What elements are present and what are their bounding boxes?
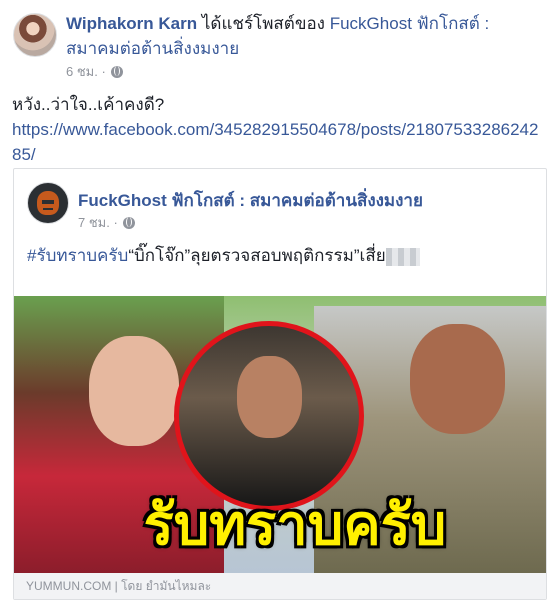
post-header: Wiphakorn Karn ได้แชร์โพสต์ของ FuckGhost… <box>66 11 536 61</box>
post-shared-text: ได้แชร์โพสต์ของ <box>201 14 325 33</box>
redacted-text <box>385 247 420 266</box>
shared-post-image[interactable]: รับทราบครับ <box>14 296 546 573</box>
portrait-face <box>237 356 302 438</box>
shared-post-body: “บิ๊กโจ๊ก”ลุยตรวจสอบพฤติกรรม”เสี่ย <box>128 246 386 265</box>
post-author-avatar[interactable] <box>13 13 57 57</box>
shared-post-card[interactable]: FuckGhost ฟักโกสต์ : สมาคมต่อต้านสิ่งงมง… <box>13 168 547 600</box>
globe-icon <box>110 65 123 78</box>
post-author-name[interactable]: Wiphakorn Karn <box>66 14 197 33</box>
link-source[interactable]: YUMMUN.COM | โดย ยำมันไหมละ <box>14 573 546 599</box>
shared-post-author[interactable]: FuckGhost ฟักโกสต์ : สมาคมต่อต้านสิ่งงมง… <box>78 187 423 214</box>
post-meta: 6 ชม. · <box>66 61 123 82</box>
circle-portrait <box>174 321 364 511</box>
post-timestamp[interactable]: 6 ชม. · <box>66 61 106 82</box>
hashtag-link[interactable]: #รับทราบครับ <box>27 246 128 265</box>
shared-post-text: #รับทราบครับ“บิ๊กโจ๊ก”ลุยตรวจสอบพฤติกรรม… <box>27 243 420 268</box>
shared-post-meta: 7 ชม. · <box>78 212 135 233</box>
shared-post-avatar[interactable] <box>27 182 69 224</box>
officer-face <box>410 324 505 434</box>
image-title: รับทราบครับ <box>143 493 447 556</box>
post-link[interactable]: https://www.facebook.com/345282915504678… <box>12 117 542 167</box>
shared-post-timestamp[interactable]: 7 ชม. · <box>78 212 118 233</box>
globe-icon <box>122 216 135 229</box>
woman-face <box>89 336 179 446</box>
post-content: หวัง..ว่าใจ..เค้าคงดี? https://www.faceb… <box>12 92 542 167</box>
post-body-text: หวัง..ว่าใจ..เค้าคงดี? <box>12 95 165 114</box>
